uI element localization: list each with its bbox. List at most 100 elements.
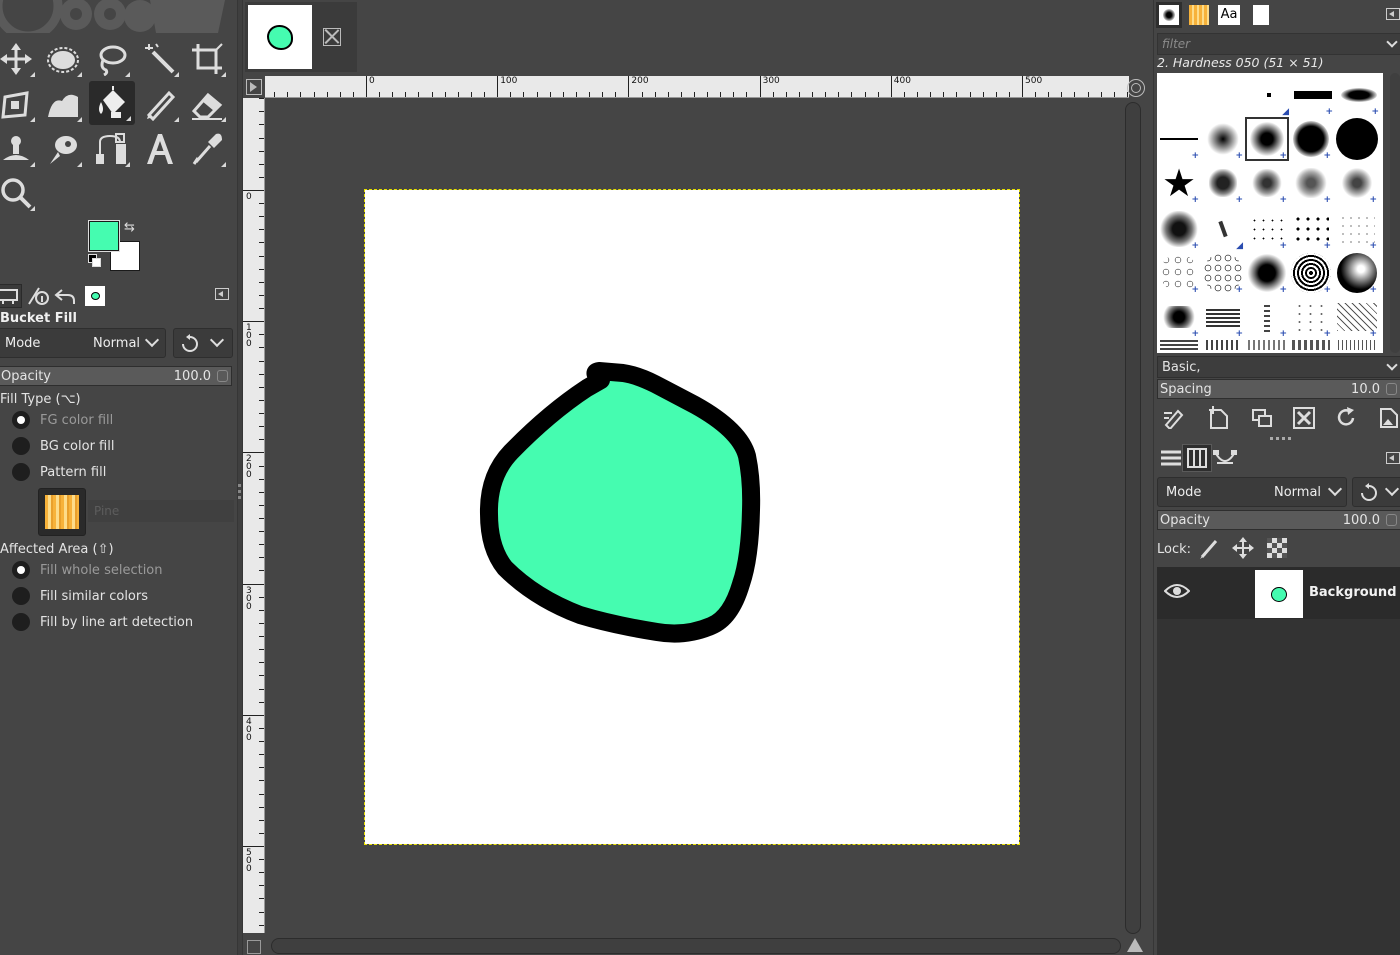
- brush-item[interactable]: ◢: [1247, 73, 1291, 117]
- brush-item[interactable]: +: [1337, 73, 1381, 117]
- horizontal-ruler[interactable]: 0 100 200 300 400 500: [265, 76, 1129, 98]
- radio-button[interactable]: [12, 463, 30, 481]
- pattern-selector[interactable]: [38, 488, 86, 536]
- brush-item[interactable]: +: [1245, 207, 1289, 251]
- move-tool-button[interactable]: [0, 37, 39, 81]
- radio-button[interactable]: [12, 561, 30, 579]
- tab-images[interactable]: [81, 284, 109, 308]
- lock-alpha-button[interactable]: [1267, 538, 1287, 558]
- brush-item[interactable]: [1157, 337, 1201, 353]
- tab-fonts[interactable]: Aa: [1216, 2, 1242, 28]
- layer-mode-reset-select[interactable]: [1352, 477, 1400, 507]
- close-icon[interactable]: [323, 28, 341, 46]
- radio-button[interactable]: [12, 411, 30, 429]
- color-picker-tool-button[interactable]: [184, 127, 230, 171]
- padding-color-icon[interactable]: [1127, 938, 1143, 952]
- vertical-ruler[interactable]: 0 1 0 0 2 0 0 3 0 0 4 0 0 5 0 0: [243, 98, 265, 933]
- bucket-fill-tool-button[interactable]: [89, 81, 135, 125]
- radio-button[interactable]: [12, 437, 30, 455]
- paths-tool-button[interactable]: [88, 127, 134, 171]
- transform-tool-button[interactable]: [0, 82, 39, 126]
- image-tab[interactable]: [245, 2, 357, 72]
- lock-pixels-button[interactable]: [1198, 537, 1220, 563]
- brush-filter-input[interactable]: filter: [1157, 33, 1400, 55]
- duplicate-brush-button[interactable]: [1247, 404, 1277, 432]
- brush-item[interactable]: +: [1245, 161, 1289, 205]
- crop-tool-button[interactable]: [184, 37, 230, 81]
- tab-document-history[interactable]: [1248, 2, 1274, 28]
- brush-grid[interactable]: ◢ + + + + + + ★ + + + + + + ◢ + + + + + +…: [1157, 73, 1383, 353]
- brush-item[interactable]: +: [1201, 161, 1245, 205]
- radio-fg-color-fill[interactable]: FG color fill: [12, 411, 113, 429]
- open-brush-as-image-button[interactable]: [1373, 404, 1400, 432]
- tab-tool-options[interactable]: [0, 284, 22, 308]
- brush-grid-scrollbar[interactable]: [1390, 73, 1400, 353]
- brush-item[interactable]: +: [1157, 251, 1201, 295]
- brush-item[interactable]: +: [1289, 117, 1333, 161]
- panel-menu-icon[interactable]: [1386, 8, 1400, 20]
- panel-menu-icon[interactable]: [215, 288, 229, 300]
- brush-item[interactable]: +: [1201, 117, 1245, 161]
- radio-fill-similar-colors[interactable]: Fill similar colors: [12, 587, 148, 605]
- warp-tool-button[interactable]: [40, 82, 86, 126]
- pane-grip[interactable]: [1270, 437, 1294, 440]
- smudge-tool-button[interactable]: [40, 127, 86, 171]
- refresh-brushes-button[interactable]: [1331, 404, 1361, 432]
- free-select-tool-button[interactable]: [88, 37, 134, 81]
- brush-item[interactable]: +: [1157, 207, 1201, 251]
- text-tool-button[interactable]: [137, 127, 183, 171]
- tab-device-status[interactable]: [24, 284, 52, 308]
- panel-menu-icon[interactable]: [1386, 452, 1400, 464]
- radio-bg-color-fill[interactable]: BG color fill: [12, 437, 114, 455]
- brush-item-selected[interactable]: +: [1245, 117, 1289, 161]
- brush-item[interactable]: [1201, 337, 1245, 353]
- brush-item[interactable]: +: [1245, 251, 1289, 295]
- opacity-slider[interactable]: Opacity 100.0: [0, 366, 232, 386]
- brush-item[interactable]: [1335, 117, 1379, 161]
- swap-colors-icon[interactable]: ⇆: [124, 220, 135, 235]
- eye-icon[interactable]: [1164, 583, 1190, 599]
- brush-item[interactable]: +: [1289, 251, 1333, 295]
- mode-reset-select[interactable]: [173, 328, 233, 358]
- tab-brushes[interactable]: [1156, 2, 1182, 28]
- zoom-image-icon[interactable]: [1127, 79, 1145, 97]
- lock-position-button[interactable]: [1232, 537, 1254, 563]
- reset-colors-icon[interactable]: [88, 254, 102, 268]
- quick-mask-toggle-icon[interactable]: [246, 79, 262, 95]
- radio-fill-whole-selection[interactable]: Fill whole selection: [12, 561, 163, 579]
- layer-opacity-slider[interactable]: Opacity 100.0: [1157, 510, 1400, 530]
- spin-arrows-icon[interactable]: [1386, 514, 1397, 526]
- brush-item[interactable]: +: [1289, 161, 1333, 205]
- brush-tag-select[interactable]: Basic,: [1157, 356, 1400, 378]
- brush-item[interactable]: +: [1201, 251, 1245, 295]
- brush-item[interactable]: [1245, 337, 1289, 353]
- brush-item[interactable]: +: [1157, 295, 1201, 339]
- brush-item[interactable]: +: [1289, 207, 1333, 251]
- delete-brush-button[interactable]: [1289, 404, 1319, 432]
- paintbrush-tool-button[interactable]: [137, 82, 183, 126]
- radio-pattern-fill[interactable]: Pattern fill: [12, 463, 106, 481]
- clone-tool-button[interactable]: [0, 127, 39, 171]
- eraser-tool-button[interactable]: [184, 82, 230, 126]
- tab-patterns[interactable]: [1186, 2, 1212, 28]
- tab-channels[interactable]: [1182, 444, 1212, 472]
- spin-arrows-icon[interactable]: [217, 370, 228, 382]
- vertical-scrollbar[interactable]: [1125, 102, 1141, 934]
- brush-item[interactable]: ◢: [1201, 207, 1245, 251]
- brush-item[interactable]: +: [1201, 295, 1245, 339]
- rect-select-tool-button[interactable]: [40, 37, 86, 81]
- zoom-tool-button[interactable]: [0, 171, 39, 215]
- brush-item[interactable]: [1289, 337, 1333, 353]
- brush-item[interactable]: +: [1335, 207, 1379, 251]
- spacing-slider[interactable]: Spacing 10.0: [1157, 379, 1400, 399]
- tab-paths[interactable]: [1210, 444, 1240, 472]
- brush-item[interactable]: +: [1335, 161, 1379, 205]
- pattern-name-field[interactable]: Pine: [88, 500, 234, 522]
- brush-item[interactable]: +: [1291, 73, 1335, 117]
- radio-button[interactable]: [12, 587, 30, 605]
- spin-arrows-icon[interactable]: [1386, 383, 1397, 395]
- brush-item[interactable]: +: [1245, 295, 1289, 339]
- radio-fill-line-art[interactable]: Fill by line art detection: [12, 613, 193, 631]
- horizontal-scrollbar[interactable]: [271, 938, 1121, 954]
- fuzzy-select-tool-button[interactable]: [137, 37, 183, 81]
